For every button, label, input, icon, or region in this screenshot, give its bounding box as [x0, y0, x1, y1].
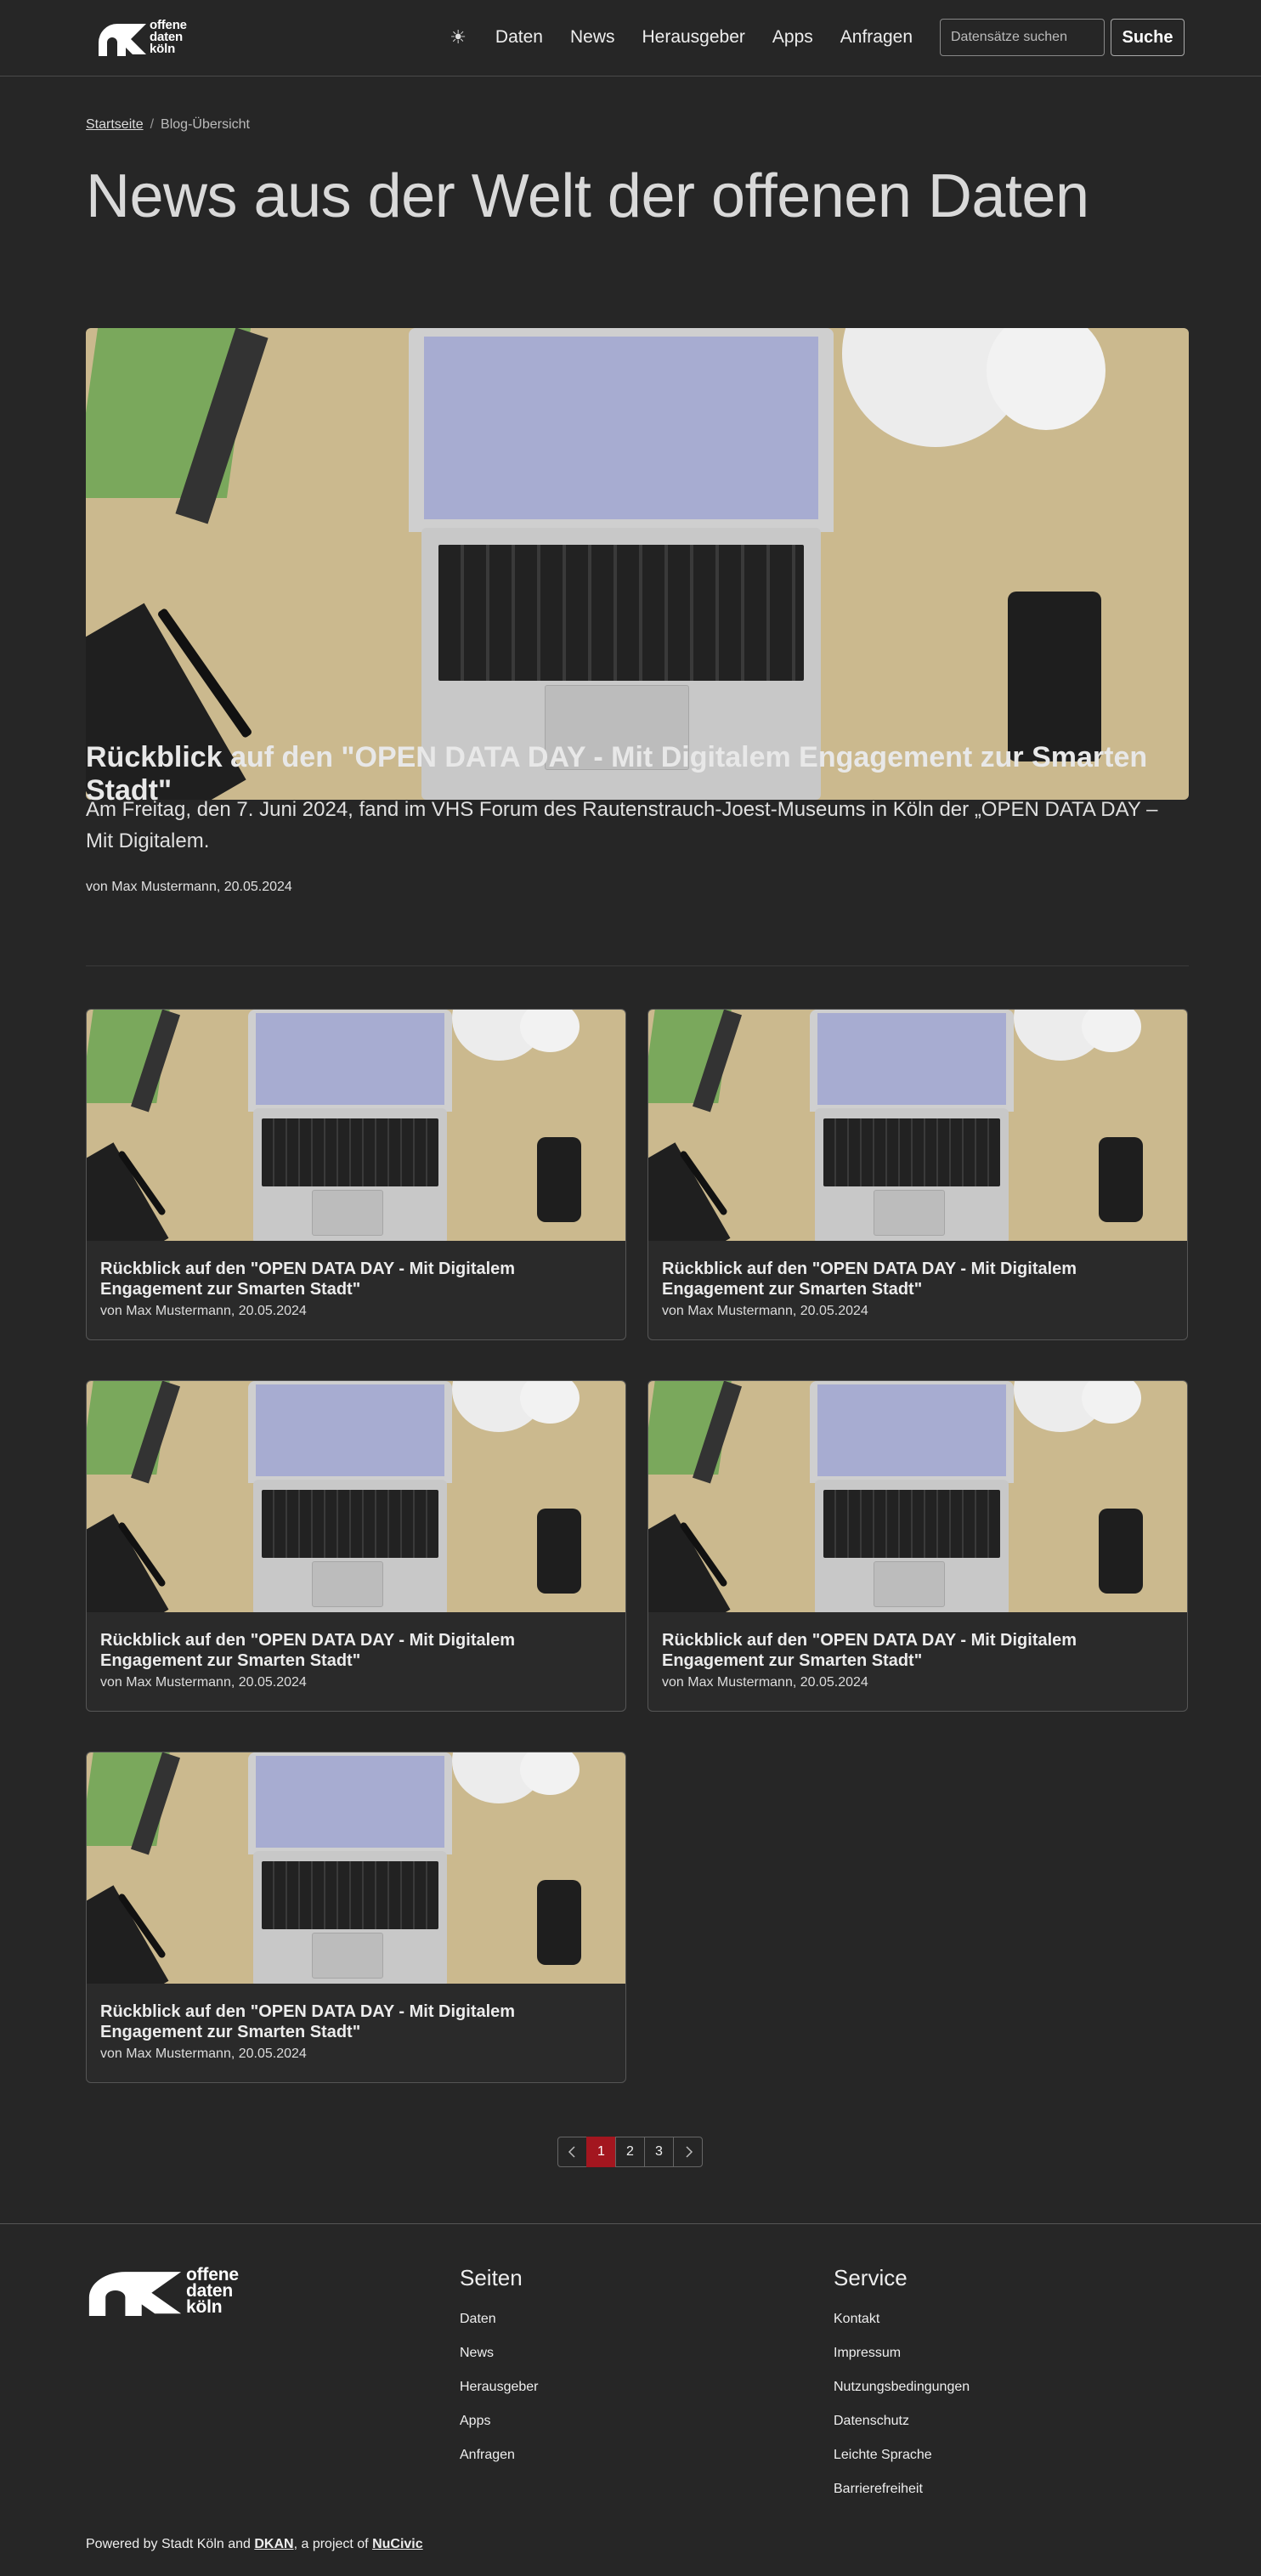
breadcrumb-current: Blog-Übersicht — [161, 117, 250, 132]
card-image[interactable] — [648, 1381, 1187, 1612]
nav-link-anfragen[interactable]: Anfragen — [840, 27, 913, 48]
footer-link-daten[interactable]: Daten — [460, 2312, 539, 2327]
logo-text-line: köln — [186, 2296, 223, 2317]
card-title[interactable]: Rückblick auf den "OPEN DATA DAY - Mit D… — [662, 1630, 1138, 1671]
card-image[interactable] — [87, 1381, 625, 1612]
footer-link-datenschutz[interactable]: Datenschutz — [834, 2414, 970, 2429]
powered-prefix: Powered by Stadt Köln and — [86, 2537, 255, 2551]
page-1-button[interactable]: 1 — [586, 2137, 616, 2167]
search-input[interactable] — [940, 19, 1105, 56]
chevron-left-icon[interactable] — [557, 2137, 587, 2167]
card-meta: von Max Mustermann, 20.05.2024 — [100, 1304, 307, 1318]
footer-service-heading: Service — [834, 2265, 908, 2290]
sun-icon[interactable]: ☀ — [450, 26, 467, 48]
page-title: News aus der Welt der offenen Daten — [86, 162, 1089, 230]
breadcrumb: Startseite / Blog-Übersicht — [86, 117, 1189, 133]
footer-link-leichte-sprache[interactable]: Leichte Sprache — [834, 2448, 970, 2463]
footer-logo[interactable]: offene daten köln — [86, 2265, 239, 2316]
logo-text-line: köln — [150, 42, 176, 56]
card-image[interactable] — [648, 1010, 1187, 1241]
main-nav: ☀ Daten News Herausgeber Apps Anfragen S… — [450, 19, 1185, 56]
news-card[interactable]: Rückblick auf den "OPEN DATA DAY - Mit D… — [647, 1380, 1188, 1712]
footer-link-news[interactable]: News — [460, 2346, 539, 2361]
card-title[interactable]: Rückblick auf den "OPEN DATA DAY - Mit D… — [662, 1259, 1138, 1299]
card-meta: von Max Mustermann, 20.05.2024 — [662, 1304, 868, 1318]
divider — [86, 965, 1189, 966]
site-footer: offene daten köln Seiten Daten News Hera… — [0, 2223, 1261, 2576]
breadcrumb-separator: / — [150, 117, 155, 132]
card-title[interactable]: Rückblick auf den "OPEN DATA DAY - Mit D… — [100, 2001, 576, 2042]
dkan-link[interactable]: DKAN — [254, 2537, 293, 2551]
logo-text: offene daten köln — [186, 2264, 239, 2317]
card-title[interactable]: Rückblick auf den "OPEN DATA DAY - Mit D… — [100, 1259, 576, 1299]
pagination: 1 2 3 — [557, 2137, 703, 2167]
logo-text-line: daten — [186, 2280, 234, 2301]
card-image[interactable] — [87, 1010, 625, 1241]
featured-image[interactable] — [86, 328, 1189, 800]
card-meta: von Max Mustermann, 20.05.2024 — [100, 2047, 307, 2061]
footer-link-barrierefreiheit[interactable]: Barrierefreiheit — [834, 2482, 970, 2497]
site-header: offene daten köln ☀ Daten News Herausgeb… — [0, 0, 1261, 76]
card-image[interactable] — [87, 1752, 625, 1984]
search-button[interactable]: Suche — [1111, 19, 1185, 56]
card-title[interactable]: Rückblick auf den "OPEN DATA DAY - Mit D… — [100, 1630, 576, 1671]
footer-pages-column: Seiten Daten News Herausgeber Apps Anfra… — [460, 2265, 539, 2482]
powered-by: Powered by Stadt Köln and DKAN, a projec… — [86, 2537, 423, 2552]
news-card[interactable]: Rückblick auf den "OPEN DATA DAY - Mit D… — [647, 1009, 1188, 1340]
page-3-button[interactable]: 3 — [644, 2137, 674, 2167]
nav-link-news[interactable]: News — [570, 27, 615, 48]
logo-text: offene daten köln — [150, 19, 187, 56]
nav-link-apps[interactable]: Apps — [772, 27, 813, 48]
powered-mid: , a project of — [293, 2537, 373, 2551]
logo-mark-icon — [88, 2272, 182, 2316]
footer-service-column: Service Kontakt Impressum Nutzungsbeding… — [834, 2265, 970, 2516]
chevron-right-icon[interactable] — [673, 2137, 703, 2167]
footer-link-herausgeber[interactable]: Herausgeber — [460, 2380, 539, 2395]
news-card[interactable]: Rückblick auf den "OPEN DATA DAY - Mit D… — [86, 1752, 626, 2083]
featured-meta: von Max Mustermann, 20.05.2024 — [86, 880, 292, 894]
footer-pages-heading: Seiten — [460, 2265, 523, 2290]
footer-link-apps[interactable]: Apps — [460, 2414, 539, 2429]
footer-link-nutzungsbedingungen[interactable]: Nutzungsbedingungen — [834, 2380, 970, 2395]
nav-link-daten[interactable]: Daten — [495, 27, 543, 48]
news-card[interactable]: Rückblick auf den "OPEN DATA DAY - Mit D… — [86, 1009, 626, 1340]
card-meta: von Max Mustermann, 20.05.2024 — [100, 1675, 307, 1690]
logo-text-line: offene — [186, 2264, 239, 2284]
featured-excerpt: Am Freitag, den 7. Juni 2024, fand im VH… — [86, 798, 1158, 852]
footer-link-impressum[interactable]: Impressum — [834, 2346, 970, 2361]
news-card[interactable]: Rückblick auf den "OPEN DATA DAY - Mit D… — [86, 1380, 626, 1712]
footer-link-anfragen[interactable]: Anfragen — [460, 2448, 539, 2463]
page-2-button[interactable]: 2 — [615, 2137, 645, 2167]
footer-link-kontakt[interactable]: Kontakt — [834, 2312, 970, 2327]
card-meta: von Max Mustermann, 20.05.2024 — [662, 1675, 868, 1690]
nucivic-link[interactable]: NuCivic — [372, 2537, 423, 2551]
breadcrumb-home-link[interactable]: Startseite — [86, 117, 144, 132]
site-logo[interactable]: offene daten köln — [97, 19, 187, 56]
logo-mark-icon — [99, 24, 146, 56]
nav-link-herausgeber[interactable]: Herausgeber — [642, 27, 744, 48]
